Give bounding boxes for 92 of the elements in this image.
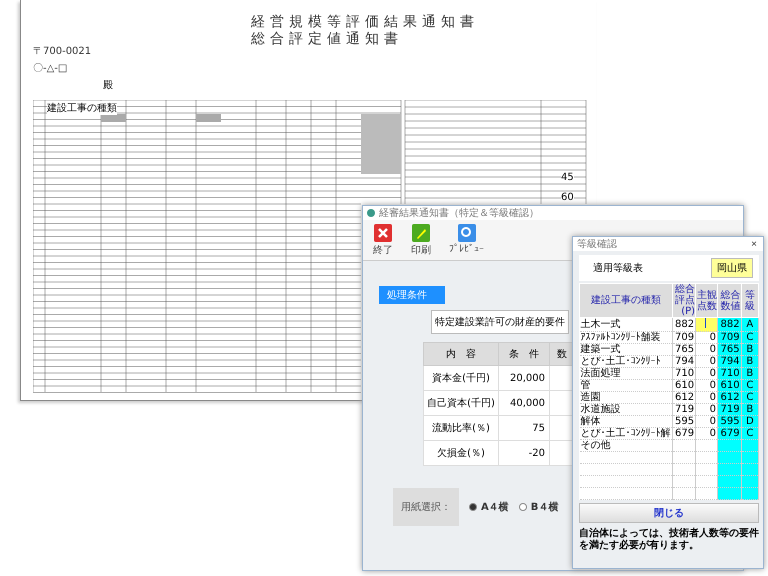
table-cell: 595	[675, 416, 694, 427]
toolbar-button[interactable]: ﾌﾟﾚﾋﾞｭｰ	[445, 222, 488, 258]
prefecture-badge: 岡山県	[711, 258, 753, 278]
honorific-text: 殿	[103, 79, 114, 92]
table-cell: C	[746, 392, 754, 403]
table-cell: 709	[720, 332, 740, 343]
table-cell: 0	[710, 368, 716, 379]
score-value: 45	[561, 172, 574, 183]
window-title: 経審結果通知書（特定＆等級確認）	[379, 206, 539, 220]
table-cell: 建築一式	[580, 344, 672, 356]
table-cell: 水道施設	[580, 404, 672, 416]
table-cell: 0	[710, 380, 716, 391]
table-cell: 法面処理	[580, 368, 672, 380]
column-header: 総合評点(P)	[672, 284, 696, 318]
table-cell: 710	[720, 368, 740, 379]
table-cell: A	[746, 319, 754, 330]
table-label: 適用等級表	[593, 262, 643, 275]
table-cell: 0	[710, 404, 716, 415]
paper-radio[interactable]: B４横	[518, 500, 558, 514]
table-cell: 679	[675, 428, 694, 439]
table-cell: ｱｽﾌｧﾙﾄｺﾝｸﾘｰﾄ舗装	[580, 332, 672, 344]
table-cell: 20,000	[498, 366, 550, 390]
close-button[interactable]: ×	[749, 238, 759, 250]
toolbar-button[interactable]: 印刷	[407, 222, 435, 258]
table-cell: B	[746, 356, 754, 367]
table-cell: B	[746, 368, 754, 379]
document-title: 総合評定値通知書	[251, 31, 404, 48]
requirement-title: 特定建設業許可の財産的要件	[431, 310, 569, 334]
table-cell: 765	[720, 344, 740, 355]
table-cell: 0	[710, 392, 716, 403]
table-cell: とび･土工･ｺﾝｸﾘｰﾄ解	[580, 428, 672, 440]
table-cell: 610	[675, 380, 694, 391]
table-cell: 自己資本(千円)	[424, 390, 498, 416]
table-cell: 解体	[580, 416, 672, 428]
table-cell: 流動比率(％)	[424, 416, 498, 440]
score-value: 60	[561, 192, 574, 203]
table-cell: 75	[498, 416, 550, 440]
pen-icon	[411, 223, 431, 243]
table-cell: 土木一式	[580, 318, 672, 332]
paper-label: 用紙選択：	[393, 488, 459, 526]
table-cell: -20	[498, 440, 550, 466]
table-cell: C	[746, 380, 754, 391]
table-cell: 709	[675, 332, 694, 343]
close-button[interactable]: 閉じる	[579, 503, 759, 523]
table-cell: D	[746, 416, 754, 427]
table-cell: とび･土工･ｺﾝｸﾘｰﾄ	[580, 356, 672, 368]
close-icon	[373, 223, 393, 243]
column-header: 条 件	[498, 342, 550, 366]
column-header: 主観点数	[696, 284, 718, 318]
table-cell: B	[746, 344, 754, 355]
table-cell: 595	[720, 416, 740, 427]
table-cell: 679	[720, 428, 740, 439]
table-cell: 882	[675, 319, 694, 330]
section-label: 処理条件	[379, 286, 445, 304]
table-cell: 794	[720, 356, 740, 367]
table-cell: 882	[720, 319, 740, 330]
column-header: 内 容	[424, 342, 498, 366]
table-cell: 710	[675, 368, 694, 379]
table-cell: 719	[675, 404, 694, 415]
table-cell: 765	[675, 344, 694, 355]
table-cell: 造園	[580, 392, 672, 404]
column-header: 建設工事の種類	[580, 284, 672, 318]
toolbar-button[interactable]: 終了	[369, 222, 397, 258]
table-cell: 612	[675, 392, 694, 403]
magnifier-icon	[456, 223, 476, 243]
table-cell: 40,000	[498, 390, 550, 416]
table-header: 建設工事の種類	[47, 101, 117, 115]
table-cell: 0	[710, 428, 716, 439]
table-cell: B	[746, 404, 754, 415]
postal-code: 〒700-0021	[33, 45, 92, 58]
table-cell: 0	[710, 344, 716, 355]
note-text: 自治体によっては、技術者人数等の要件を満たす必要が有ります。	[579, 528, 759, 552]
table-cell: 欠損金(％)	[424, 440, 498, 466]
table-cell: 719	[720, 404, 740, 415]
table-cell: 0	[710, 356, 716, 367]
table-cell: 612	[720, 392, 740, 403]
window-title: 等級確認	[577, 238, 617, 251]
table-cell: 0	[710, 332, 716, 343]
table-cell: その他	[580, 440, 672, 452]
table-cell: 610	[720, 380, 740, 391]
table-cell: C	[746, 428, 754, 439]
table-cell: 資本金(千円)	[424, 366, 498, 390]
app-icon	[367, 209, 375, 217]
table-cell: 794	[675, 356, 694, 367]
table-cell: C	[746, 332, 754, 343]
column-header: 等級	[741, 284, 758, 318]
paper-radio[interactable]: A４横	[469, 500, 509, 514]
address-text: 〇-△-□	[33, 62, 68, 75]
table-cell: 0	[710, 416, 716, 427]
table-cell: 管	[580, 380, 672, 392]
column-header: 総合数値	[718, 284, 742, 318]
document-title: 経営規模等評価結果通知書	[251, 14, 479, 31]
